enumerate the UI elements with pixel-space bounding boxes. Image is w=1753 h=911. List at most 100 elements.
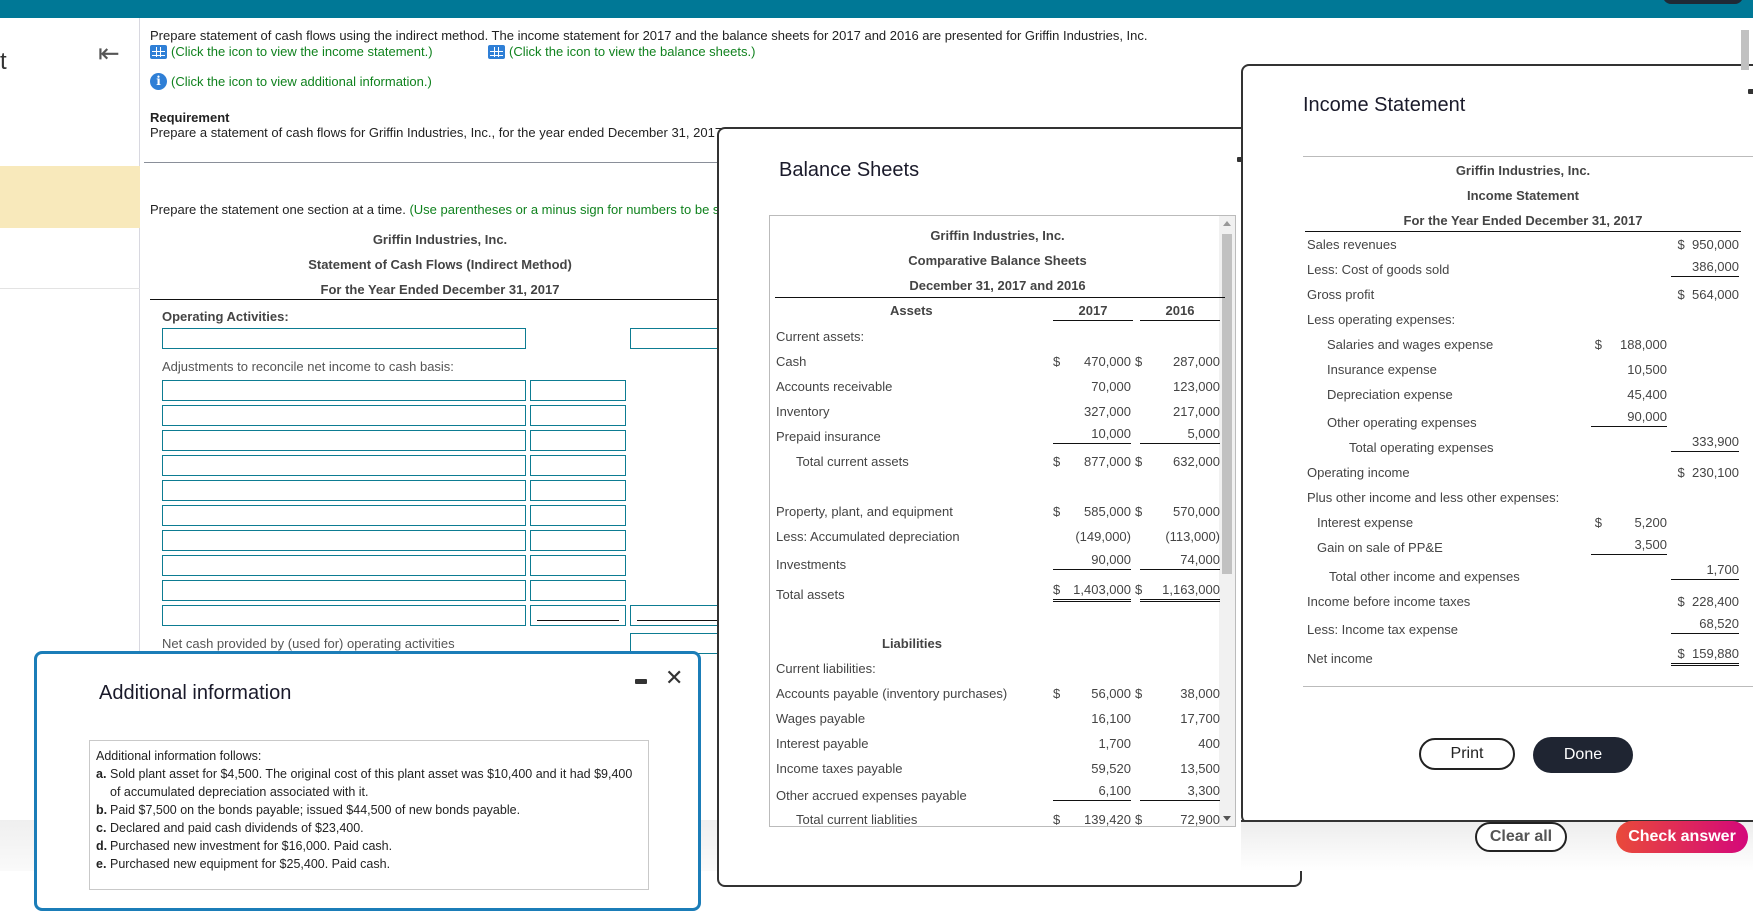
adjustment-amount-input[interactable] bbox=[530, 605, 626, 626]
adjustment-label-input[interactable] bbox=[162, 430, 526, 451]
assets-heading: Assets bbox=[890, 303, 933, 318]
bs-value-2017: 10,000 bbox=[1053, 426, 1131, 444]
additional-info-item: a. Sold plant asset for $4,500. The origi… bbox=[96, 765, 642, 801]
adjustment-label-input[interactable] bbox=[162, 480, 526, 501]
minimize-icon[interactable] bbox=[635, 679, 647, 684]
bs-liab-2017: 6,100 bbox=[1053, 783, 1131, 801]
item-key: e. bbox=[96, 857, 107, 871]
bs-row-label: Cash bbox=[776, 354, 807, 369]
is-outer-value: $ 230,100 bbox=[1677, 465, 1739, 480]
is-period: For the Year Ended December 31, 2017 bbox=[1403, 213, 1643, 228]
is-row-label: Gain on sale of PP&E bbox=[1317, 540, 1443, 555]
income-statement-dialog: Income Statement Griffin Industries, Inc… bbox=[1241, 64, 1753, 824]
balance-sheets-table: Griffin Industries, Inc. Comparative Bala… bbox=[769, 215, 1236, 827]
footer-bar: Clear all Check answer bbox=[1241, 820, 1753, 871]
additional-info-box: Additional information follows: a. Sold p… bbox=[89, 740, 649, 890]
bs-date: December 31, 2017 and 2016 bbox=[909, 278, 1086, 293]
is-row-label: Gross profit bbox=[1307, 287, 1375, 302]
additional-info-link[interactable]: i (Click the icon to view additional inf… bbox=[150, 73, 432, 90]
balance-sheets-link-text[interactable]: (Click the icon to view the balance shee… bbox=[509, 44, 755, 59]
additional-info-intro: Additional information follows: bbox=[96, 749, 262, 763]
adjustment-amount-input[interactable] bbox=[530, 455, 626, 476]
instructions: Prepare the statement one section at a t… bbox=[150, 202, 719, 217]
sidebar-highlighted-item[interactable] bbox=[0, 166, 140, 228]
adjustment-amount-input[interactable] bbox=[530, 480, 626, 501]
adjustment-label-input[interactable] bbox=[162, 505, 526, 526]
is-outer-value: 333,900 bbox=[1671, 434, 1739, 452]
adjustment-amount-input[interactable] bbox=[530, 405, 626, 426]
bs-company: Griffin Industries, Inc. bbox=[930, 228, 1065, 243]
info-icon[interactable]: i bbox=[150, 73, 167, 90]
col-2016: 2016 bbox=[1140, 303, 1220, 321]
adjustment-amount-input[interactable] bbox=[530, 555, 626, 576]
item-text: Paid $7,500 on the bonds payable; issued… bbox=[110, 803, 521, 817]
balance-sheets-link[interactable]: (Click the icon to view the balance shee… bbox=[488, 44, 755, 59]
item-key: d. bbox=[96, 839, 108, 853]
bs-row-label: Total assets bbox=[776, 587, 845, 602]
check-answer-button[interactable]: Check answer bbox=[1616, 821, 1748, 853]
adjustments-total-input[interactable] bbox=[630, 605, 730, 626]
is-title: Income Statement bbox=[1467, 188, 1579, 203]
table-icon[interactable] bbox=[150, 44, 167, 59]
current-liabilities-label: Current liabilities: bbox=[776, 661, 876, 676]
item-text: Sold plant asset for $4,500. The origina… bbox=[110, 767, 633, 799]
is-inner-value: 90,000 bbox=[1591, 409, 1667, 427]
adjustment-label-input[interactable] bbox=[162, 530, 526, 551]
clear-all-button[interactable]: Clear all bbox=[1475, 822, 1567, 852]
sidebar-divider bbox=[0, 288, 140, 289]
adjustment-amount-input[interactable] bbox=[530, 505, 626, 526]
question-prompt: Prepare statement of cash flows using th… bbox=[150, 28, 1148, 43]
is-row-label: Operating income bbox=[1307, 465, 1410, 480]
bs-liab-2016: 13,500 bbox=[1180, 761, 1220, 776]
is-row-label: Insurance expense bbox=[1327, 362, 1437, 377]
bs-value-2017: 70,000 bbox=[1091, 379, 1131, 394]
collapse-left-icon[interactable]: ⇤ bbox=[98, 38, 120, 69]
adjustment-label-input[interactable] bbox=[162, 405, 526, 426]
minimize-icon[interactable] bbox=[1748, 89, 1753, 94]
net-income-label-input[interactable] bbox=[162, 328, 526, 349]
bs-value-2017: (149,000) bbox=[1075, 529, 1131, 544]
adjustment-amount-input[interactable] bbox=[530, 430, 626, 451]
table-icon[interactable] bbox=[488, 44, 505, 59]
statement-company: Griffin Industries, Inc. bbox=[372, 232, 508, 247]
is-rule bbox=[1305, 231, 1741, 232]
is-row-label: Salaries and wages expense bbox=[1327, 337, 1494, 352]
item-text: Purchased new investment for $16,000. Pa… bbox=[110, 839, 393, 853]
adjustment-label-input[interactable] bbox=[162, 380, 526, 401]
additional-info-item: c. Declared and paid cash dividends of $2… bbox=[96, 819, 642, 837]
bs-value-2017: 327,000 bbox=[1084, 404, 1131, 419]
bs-liab-2016: 17,700 bbox=[1180, 711, 1220, 726]
net-cash-label: Net cash provided by (used for) operatin… bbox=[162, 636, 455, 651]
income-statement-link[interactable]: (Click the icon to view the income state… bbox=[150, 44, 433, 59]
adjustment-amount-input[interactable] bbox=[530, 380, 626, 401]
scroll-down-icon[interactable] bbox=[1223, 816, 1231, 821]
page-scrollbar[interactable] bbox=[1741, 30, 1749, 70]
income-statement-link-text[interactable]: (Click the icon to view the income state… bbox=[171, 44, 433, 59]
bs-value-2017: 877,000 bbox=[1084, 454, 1131, 469]
bs-row-label: Prepaid insurance bbox=[776, 429, 881, 444]
adjustment-label-input[interactable] bbox=[162, 580, 526, 601]
bs-value-2016: 217,000 bbox=[1173, 404, 1220, 419]
additional-info-dialog: Additional information ✕ Additional info… bbox=[34, 651, 701, 911]
is-row-label: Income before income taxes bbox=[1307, 594, 1471, 609]
adjustment-label-input[interactable] bbox=[162, 455, 526, 476]
item-key: b. bbox=[96, 803, 108, 817]
sidebar-title-fragment: t bbox=[0, 48, 7, 75]
net-income-amount-input[interactable] bbox=[630, 328, 730, 349]
adjustment-amount-input[interactable] bbox=[530, 530, 626, 551]
close-icon[interactable]: ✕ bbox=[665, 667, 683, 689]
adjustment-amount-input[interactable] bbox=[530, 580, 626, 601]
top-bar-button[interactable] bbox=[1663, 0, 1743, 4]
print-button[interactable]: Print bbox=[1419, 738, 1515, 770]
done-button[interactable]: Done bbox=[1533, 737, 1633, 773]
adjustments-label: Adjustments to reconcile net income to c… bbox=[162, 359, 454, 374]
adjustment-label-input[interactable] bbox=[162, 605, 526, 626]
scroll-up-icon[interactable] bbox=[1223, 221, 1231, 226]
adjustment-label-input[interactable] bbox=[162, 555, 526, 576]
is-outer-value: $ 228,400 bbox=[1677, 594, 1739, 609]
bs-liab-2017: 59,520 bbox=[1091, 761, 1131, 776]
statement-rule bbox=[150, 299, 730, 300]
bs-liab-label: Other accrued expenses payable bbox=[776, 788, 967, 803]
scrollbar[interactable] bbox=[1219, 216, 1235, 826]
additional-info-link-text[interactable]: (Click the icon to view additional infor… bbox=[171, 74, 432, 89]
